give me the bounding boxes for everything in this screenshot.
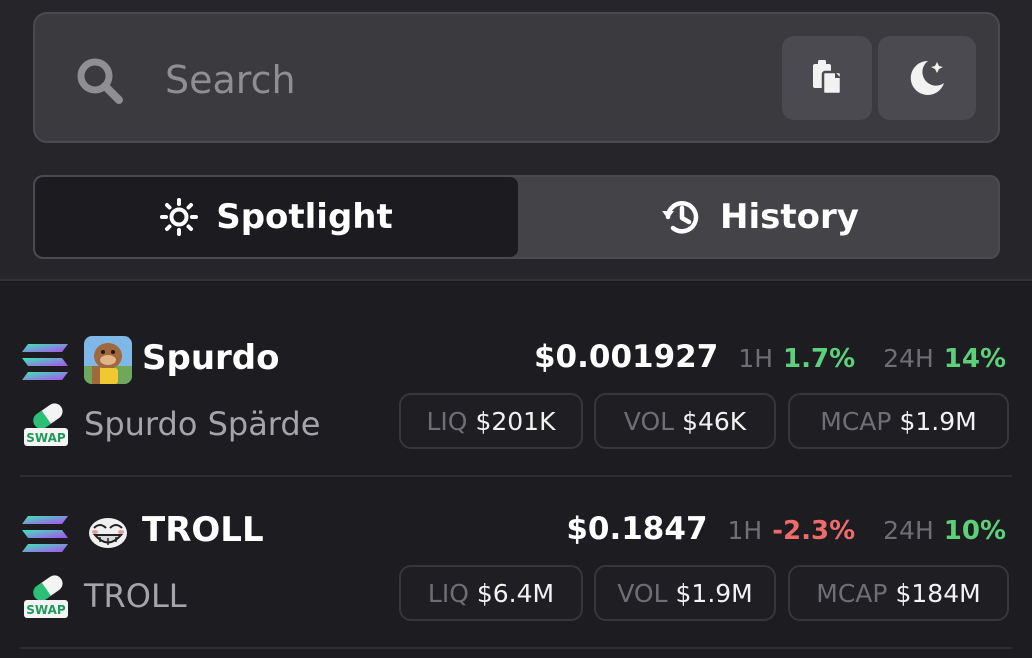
change-24h-value: 14% [943, 344, 1006, 374]
tab-history[interactable]: History [518, 177, 998, 257]
solana-icon [22, 516, 68, 552]
token-symbol: TROLL [142, 510, 264, 550]
volume-value: $46K [682, 406, 747, 436]
swap-icon: SWAP [24, 403, 68, 446]
row-divider [20, 647, 1012, 649]
volume-stat: VOL $46K [594, 393, 776, 449]
search-bar[interactable] [33, 12, 1000, 143]
swap-icon: SWAP [24, 575, 68, 618]
change-1h-value: 1.7% [783, 344, 856, 374]
market-cap-value: $184M [895, 578, 981, 608]
volume-label: VOL [623, 406, 675, 436]
change-24h-label: 24H [883, 516, 934, 545]
market-cap-label: MCAP [816, 578, 888, 608]
change-1h-label: 1H [738, 344, 774, 373]
market-cap-value: $1.9M [899, 406, 977, 436]
history-icon [662, 201, 699, 234]
volume-stat: VOL $1.9M [594, 565, 776, 621]
token-row[interactable]: Spurdo SWAP Spurdo Spärde $0.001927 1H 1… [0, 308, 1032, 480]
change-1h-label: 1H [727, 516, 763, 545]
theme-toggle-button[interactable] [878, 36, 976, 120]
liquidity-label: LIQ [427, 578, 469, 608]
token-name: TROLL [84, 577, 187, 615]
liquidity-label: LIQ [426, 406, 468, 436]
volume-label: VOL [617, 578, 668, 608]
paste-button[interactable] [782, 36, 872, 120]
market-cap-stat: MCAP $1.9M [788, 393, 1009, 449]
price-line: $0.001927 1H 1.7% 24H 14% [534, 334, 1006, 382]
token-symbol: Spurdo [142, 338, 280, 378]
price-line: $0.1847 1H -2.3% 24H 10% [566, 506, 1006, 554]
token-price: $0.1847 [566, 511, 708, 547]
liquidity-value: $6.4M [476, 578, 555, 608]
spurdo-token-image [84, 336, 132, 384]
row-divider [20, 475, 1012, 477]
swap-badge-text: SWAP [26, 431, 66, 445]
change-24h-label: 24H [883, 344, 934, 373]
volume-value: $1.9M [675, 578, 753, 608]
view-tabs: Spotlight History [33, 175, 1000, 259]
moon-icon [910, 60, 944, 95]
token-row[interactable]: TROLL SWAP TROLL $0.1847 1H -2.3% 24H 10… [0, 480, 1032, 652]
tab-spotlight[interactable]: Spotlight [35, 177, 518, 257]
clipboard-icon [813, 60, 843, 96]
header-panel: Spotlight History [0, 0, 1032, 281]
search-icon [77, 58, 123, 104]
liquidity-stat: LIQ $201K [399, 393, 583, 449]
token-price: $0.001927 [533, 339, 719, 375]
search-input[interactable] [165, 54, 765, 106]
market-cap-label: MCAP [820, 406, 892, 436]
token-name: Spurdo Spärde [84, 405, 321, 443]
troll-token-image [84, 508, 132, 556]
liquidity-value: $201K [475, 406, 556, 436]
liquidity-stat: LIQ $6.4M [399, 565, 583, 621]
tab-spotlight-label: Spotlight [216, 197, 393, 237]
tab-history-label: History [720, 197, 859, 237]
change-1h-value: -2.3% [772, 516, 856, 546]
change-24h-value: 10% [943, 516, 1006, 546]
market-cap-stat: MCAP $184M [788, 565, 1009, 621]
swap-badge-text: SWAP [26, 603, 66, 617]
sun-icon [160, 198, 199, 236]
solana-icon [22, 344, 68, 380]
